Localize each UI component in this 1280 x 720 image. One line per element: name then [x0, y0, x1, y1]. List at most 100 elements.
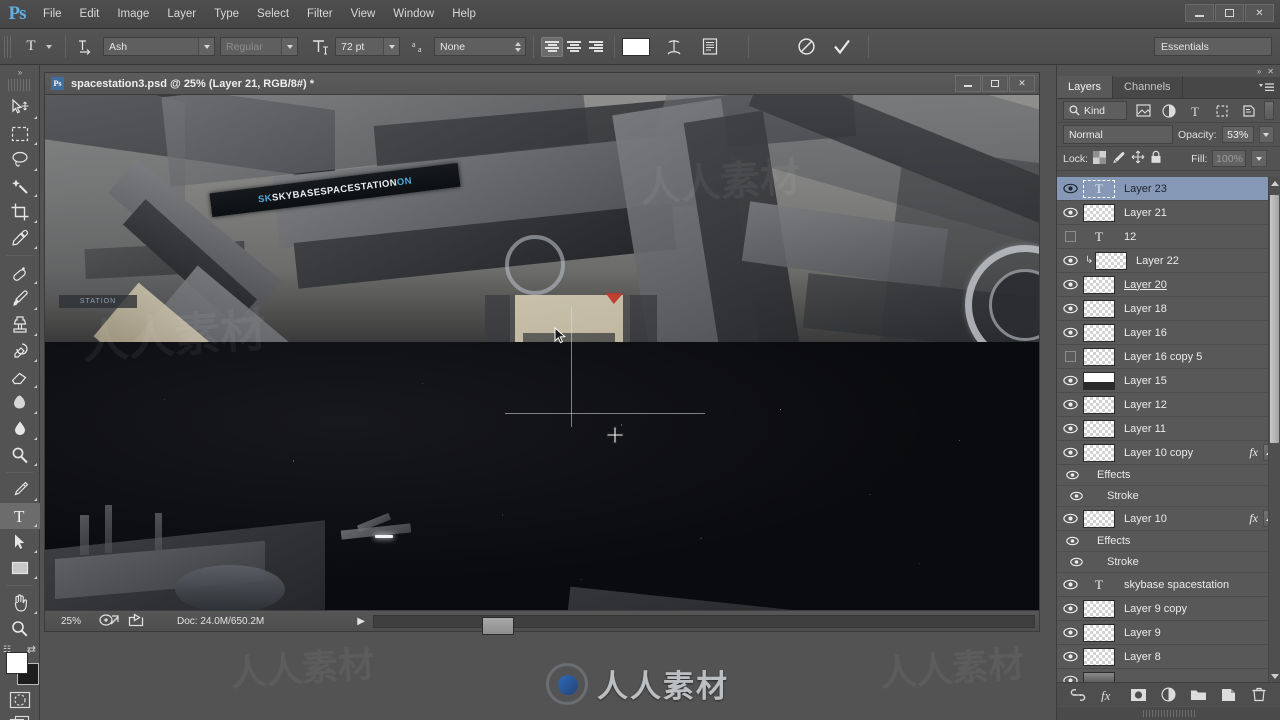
layer-visibility-toggle[interactable] [1057, 393, 1083, 417]
table-row[interactable]: Layer 20 [1057, 273, 1280, 297]
stroke-label[interactable]: Stroke [1107, 556, 1139, 568]
layer-thumbnail[interactable] [1083, 323, 1115, 342]
layer-visibility-toggle[interactable] [1057, 621, 1083, 645]
layer-thumbnail[interactable] [1083, 623, 1115, 642]
font-size-chevron-icon[interactable] [383, 38, 399, 55]
link-layers-icon[interactable] [1067, 685, 1089, 705]
menu-window[interactable]: Window [384, 0, 443, 29]
layer-name[interactable]: Layer 21 [1124, 207, 1167, 219]
history-brush-tool[interactable] [0, 338, 40, 364]
eyedropper-tool[interactable] [0, 225, 40, 251]
dodge-tool[interactable] [0, 442, 40, 468]
layer-name[interactable]: Layer 18 [1124, 303, 1167, 315]
align-right-button[interactable] [585, 37, 607, 57]
spot-healing-brush-tool[interactable] [0, 260, 40, 286]
font-style-select[interactable]: Regular [220, 37, 298, 56]
adjustment-layer-filter-icon[interactable] [1159, 101, 1180, 120]
table-row[interactable]: T 12 [1057, 225, 1280, 249]
layer-thumbnail[interactable] [1083, 203, 1115, 222]
layer-name[interactable]: Layer 12 [1124, 399, 1167, 411]
table-row[interactable]: Layer 9 [1057, 621, 1280, 645]
layer-thumbnail[interactable] [1083, 371, 1115, 390]
effects-label[interactable]: Effects [1097, 469, 1130, 481]
layer-effects-fx-icon[interactable]: fx [1249, 511, 1258, 526]
effects-label[interactable]: Effects [1097, 535, 1130, 547]
eraser-tool[interactable] [0, 364, 40, 390]
horizontal-scrollbar-thumb[interactable] [482, 617, 514, 635]
layer-thumbnail[interactable] [1083, 647, 1115, 666]
table-row[interactable]: Layer 11 [1057, 417, 1280, 441]
canvas[interactable]: SKSKYBASESPACESTATIONON 12 [45, 95, 1039, 610]
layer-name[interactable]: Layer 16 [1124, 327, 1167, 339]
toolbar-collapse-icon[interactable]: » [0, 65, 39, 79]
workspace-select[interactable]: Essentials [1154, 37, 1272, 56]
new-layer-icon[interactable] [1218, 685, 1240, 705]
magic-wand-tool[interactable] [0, 173, 40, 199]
foreground-color-swatch[interactable] [6, 652, 28, 674]
quick-mask-button[interactable] [0, 688, 40, 712]
lock-image-pixels-icon[interactable] [1111, 151, 1126, 167]
opacity-chevron-icon[interactable] [1258, 126, 1274, 143]
swap-colors-icon[interactable]: ⇄ [27, 643, 36, 656]
layer-filter-kind-select[interactable]: Kind [1063, 101, 1128, 120]
opacity-value[interactable]: 53% [1221, 126, 1254, 143]
list-item[interactable]: Stroke [1057, 552, 1280, 573]
layer-visibility-toggle[interactable] [1057, 321, 1083, 345]
layer-name[interactable]: Layer 23 [1124, 183, 1167, 195]
panel-menu-icon[interactable] [1258, 82, 1275, 93]
list-item[interactable]: Effects [1057, 531, 1280, 552]
table-row[interactable]: T skybase spacestation [1057, 573, 1280, 597]
zoom-tool[interactable] [0, 616, 40, 642]
table-row[interactable]: ↳ Layer 22 [1057, 249, 1280, 273]
layer-name[interactable]: Layer 9 copy [1124, 603, 1187, 615]
new-adjustment-layer-icon[interactable] [1157, 685, 1179, 705]
table-row[interactable]: Layer 15 [1057, 369, 1280, 393]
zoom-level-field[interactable]: 25% [50, 616, 92, 627]
toolbar-grip[interactable] [8, 79, 31, 91]
text-color-swatch[interactable] [622, 37, 650, 56]
table-row[interactable]: Layer 16 copy 5 [1057, 345, 1280, 369]
layer-name[interactable]: Layer 11 [1124, 423, 1166, 435]
rectangle-tool[interactable] [0, 555, 40, 581]
stroke-label[interactable]: Stroke [1107, 490, 1139, 502]
layer-thumbnail[interactable] [1083, 275, 1115, 294]
layer-thumbnail[interactable]: T [1083, 228, 1115, 246]
screen-mode-button[interactable] [0, 712, 40, 720]
layer-name[interactable]: Layer 15 [1124, 375, 1167, 387]
document-restore-button[interactable] [982, 75, 1008, 92]
tool-preset-chevron-icon[interactable] [46, 44, 52, 49]
effects-visibility-toggle[interactable] [1057, 470, 1083, 480]
new-group-icon[interactable] [1188, 685, 1210, 705]
menu-filter[interactable]: Filter [298, 0, 342, 29]
dock-collapse-icon[interactable]: » [1257, 67, 1261, 76]
type-tool-icon[interactable]: T [18, 36, 44, 58]
shape-layer-filter-icon[interactable] [1211, 101, 1232, 120]
layer-visibility-toggle[interactable] [1057, 573, 1083, 597]
create-warped-text-icon[interactable] [662, 35, 686, 59]
blend-mode-select[interactable]: Normal [1063, 125, 1174, 144]
anti-alias-stepper-icon[interactable] [512, 38, 523, 55]
hand-tool[interactable] [0, 590, 40, 616]
toggle-character-panel-icon[interactable] [698, 35, 722, 59]
layer-visibility-toggle[interactable] [1057, 669, 1083, 682]
lock-transparent-pixels-icon[interactable] [1093, 150, 1107, 167]
table-row[interactable] [1057, 669, 1280, 682]
delete-layer-icon[interactable] [1248, 685, 1270, 705]
menu-view[interactable]: View [342, 0, 385, 29]
font-style-chevron-icon[interactable] [281, 38, 297, 55]
layer-name[interactable]: Layer 8 [1124, 651, 1161, 663]
fill-chevron-icon[interactable] [1251, 150, 1268, 167]
scroll-down-arrow-icon[interactable] [1269, 670, 1280, 682]
menu-help[interactable]: Help [443, 0, 485, 29]
menu-layer[interactable]: Layer [158, 0, 205, 29]
table-row[interactable]: Layer 9 copy [1057, 597, 1280, 621]
clone-stamp-tool[interactable] [0, 312, 40, 338]
layer-visibility-toggle[interactable] [1057, 249, 1083, 273]
layer-name[interactable]: Layer 9 [1124, 627, 1161, 639]
table-row[interactable]: Layer 10 copy fx [1057, 441, 1280, 465]
layer-thumbnail[interactable]: T [1083, 179, 1115, 198]
table-row[interactable]: T Layer 23 [1057, 177, 1280, 201]
document-title-bar[interactable]: Ps spacestation3.psd @ 25% (Layer 21, RG… [45, 73, 1039, 95]
align-center-button[interactable] [563, 37, 585, 57]
table-row[interactable]: Layer 12 [1057, 393, 1280, 417]
